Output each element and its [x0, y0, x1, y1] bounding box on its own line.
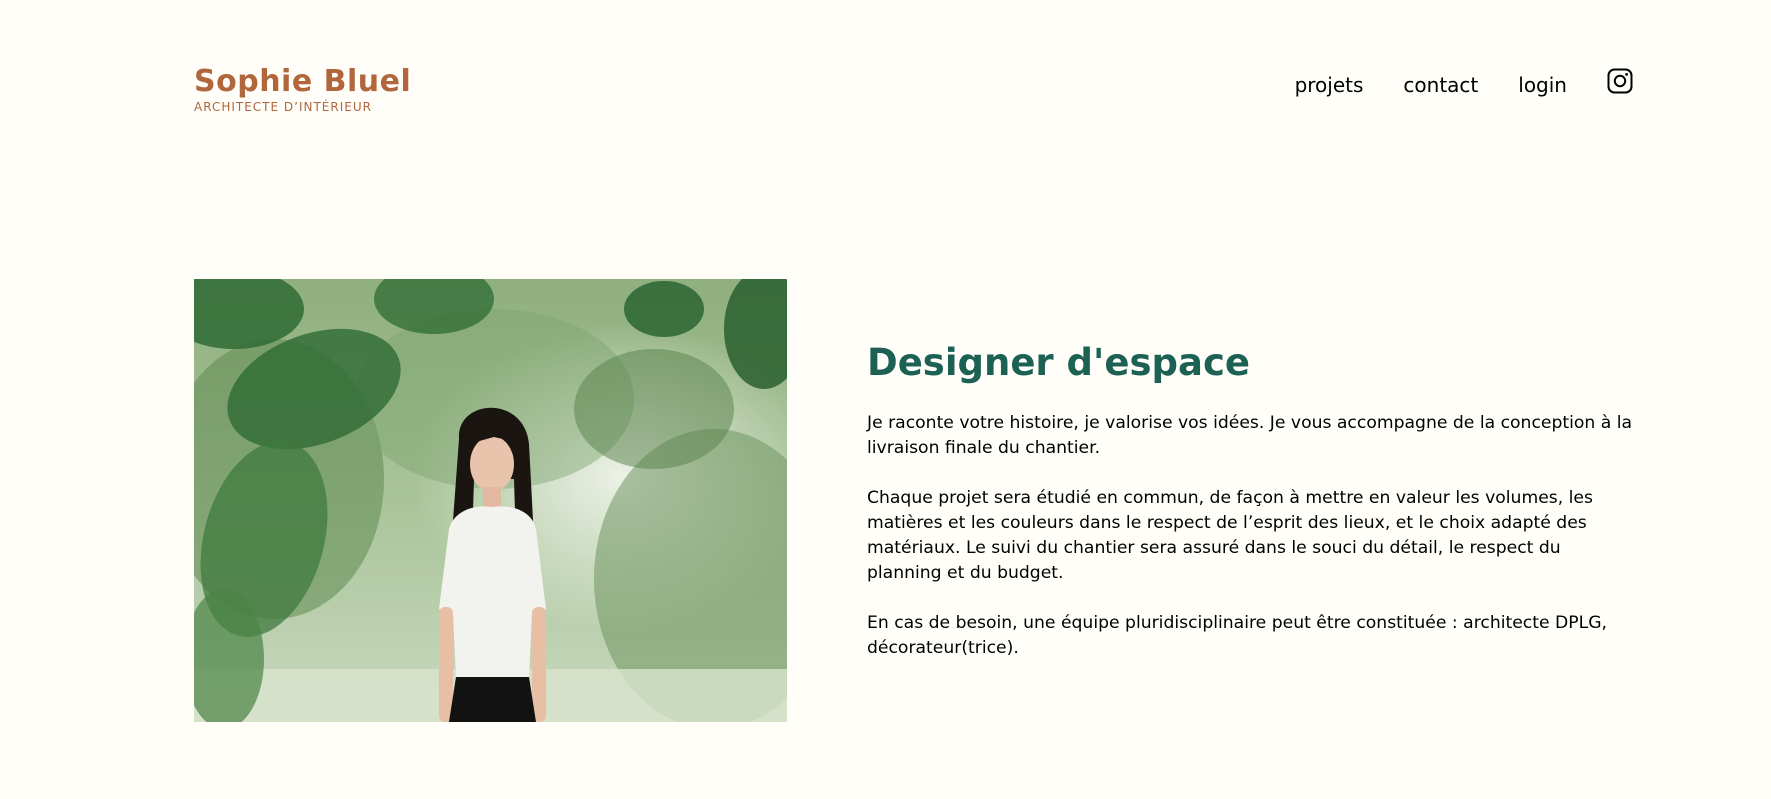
nav-item-login[interactable]: login: [1518, 71, 1567, 99]
intro-title: Designer d'espace: [867, 341, 1250, 384]
site-header: Sophie Bluel ARCHITECTE D’INTÉRIEUR proj…: [194, 60, 1633, 130]
nav-item-projets[interactable]: projets: [1295, 71, 1364, 99]
instagram-icon[interactable]: [1607, 68, 1633, 94]
nav-item-contact[interactable]: contact: [1403, 71, 1478, 99]
introduction-section: Designer d'espace Je raconte votre histo…: [194, 279, 1633, 722]
brand[interactable]: Sophie Bluel ARCHITECTE D’INTÉRIEUR: [194, 60, 411, 114]
intro-paragraph-1: Je raconte votre histoire, je valorise v…: [867, 413, 1633, 458]
intro-paragraph-3: En cas de besoin, une équipe pluridiscip…: [867, 613, 1607, 658]
main-nav: projets contact login: [1295, 68, 1633, 101]
page: Sophie Bluel ARCHITECTE D’INTÉRIEUR proj…: [0, 0, 1771, 799]
introduction-article: Designer d'espace Je raconte votre histo…: [867, 339, 1633, 686]
brand-title: Sophie Bluel: [194, 64, 412, 99]
intro-paragraph-2: Chaque projet sera étudié en commun, de …: [867, 488, 1593, 583]
nav-item-instagram[interactable]: [1607, 68, 1633, 101]
portrait-photo: [194, 279, 787, 722]
nav-list: projets contact login: [1295, 68, 1633, 101]
